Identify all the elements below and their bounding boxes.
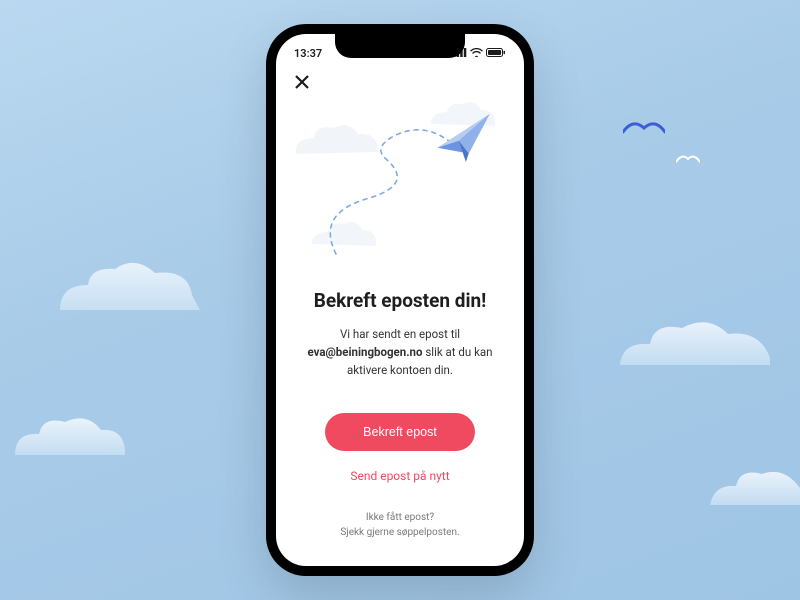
help-text: Ikke fått epost? Sjekk gjerne søppelpost… bbox=[276, 510, 524, 540]
phone-frame: 13:37 bbox=[266, 24, 534, 576]
wifi-icon bbox=[470, 47, 483, 60]
resend-email-link[interactable]: Send epost på nytt bbox=[298, 469, 502, 483]
confirm-email-button[interactable]: Bekreft epost bbox=[325, 413, 475, 451]
close-button[interactable] bbox=[294, 74, 314, 94]
page-title: Bekreft eposten din! bbox=[298, 289, 502, 312]
close-icon bbox=[294, 74, 310, 90]
paper-plane-illustration bbox=[276, 94, 524, 284]
status-time: 13:37 bbox=[294, 47, 322, 60]
cloud-decoration bbox=[710, 460, 800, 505]
phone-screen: 13:37 bbox=[276, 34, 524, 566]
cloud-decoration bbox=[15, 410, 125, 455]
help-line-2: Sjekk gjerne søppelposten. bbox=[276, 525, 524, 540]
bird-decoration bbox=[676, 150, 700, 169]
description-text: Vi har sendt en epost til eva@beiningbog… bbox=[298, 326, 502, 379]
bird-decoration bbox=[623, 118, 665, 142]
email-address: eva@beiningbogen.no bbox=[307, 345, 422, 359]
content-area: Bekreft eposten din! Vi har sendt en epo… bbox=[276, 289, 524, 483]
help-line-1: Ikke fått epost? bbox=[276, 510, 524, 525]
battery-icon bbox=[486, 47, 506, 60]
cloud-decoration bbox=[620, 310, 770, 365]
cloud-decoration bbox=[60, 255, 200, 310]
phone-notch bbox=[335, 34, 465, 58]
background-sky: 13:37 bbox=[0, 0, 800, 600]
confirm-email-label: Bekreft epost bbox=[363, 425, 437, 439]
